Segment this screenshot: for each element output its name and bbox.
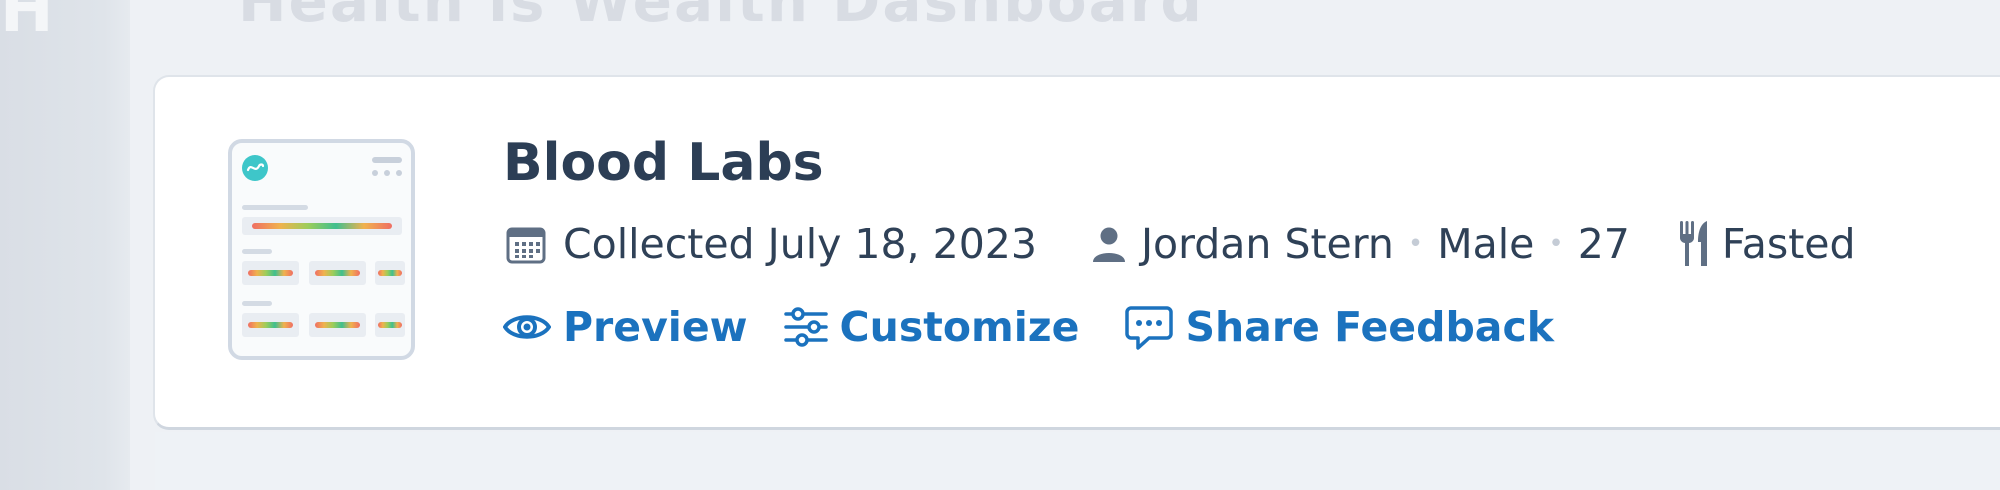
sidebar-logo-glyph: H xyxy=(0,0,54,47)
report-title: Blood Labs xyxy=(503,133,824,193)
report-actions: Preview Customize Share Feedback xyxy=(503,299,1554,355)
patient-age: 27 xyxy=(1577,220,1630,268)
customize-button[interactable]: Customize xyxy=(783,303,1080,351)
patient-name: Jordan Stern xyxy=(1140,220,1394,268)
page-heading: Health is Wealth Dashboard xyxy=(238,0,1204,35)
share-feedback-label: Share Feedback xyxy=(1185,303,1555,351)
chat-bubble-icon xyxy=(1125,303,1174,351)
fork-knife-icon xyxy=(1678,220,1710,268)
preview-label: Preview xyxy=(563,303,748,351)
content-area-below xyxy=(155,432,2000,490)
collected-date: Collected July 18, 2023 xyxy=(563,220,1037,268)
preview-button[interactable]: Preview xyxy=(503,303,748,351)
meta-separator: • xyxy=(1407,229,1424,259)
fasting-status: Fasted xyxy=(1721,220,1856,268)
thumbnail-logo xyxy=(242,155,268,181)
report-card: Blood Labs Collected July 18, 2023 Jorda… xyxy=(153,75,2000,430)
sidebar: H xyxy=(0,0,130,490)
patient-sex: Male xyxy=(1437,220,1535,268)
eye-icon xyxy=(503,310,551,344)
sliders-icon xyxy=(783,307,828,347)
report-thumbnail[interactable] xyxy=(228,139,415,360)
report-meta: Collected July 18, 2023 Jordan Stern • M… xyxy=(505,217,1856,271)
customize-label: Customize xyxy=(839,303,1080,351)
meta-separator: • xyxy=(1548,229,1564,259)
calendar-icon xyxy=(505,223,547,265)
person-icon xyxy=(1089,223,1129,265)
share-feedback-button[interactable]: Share Feedback xyxy=(1125,303,1554,351)
